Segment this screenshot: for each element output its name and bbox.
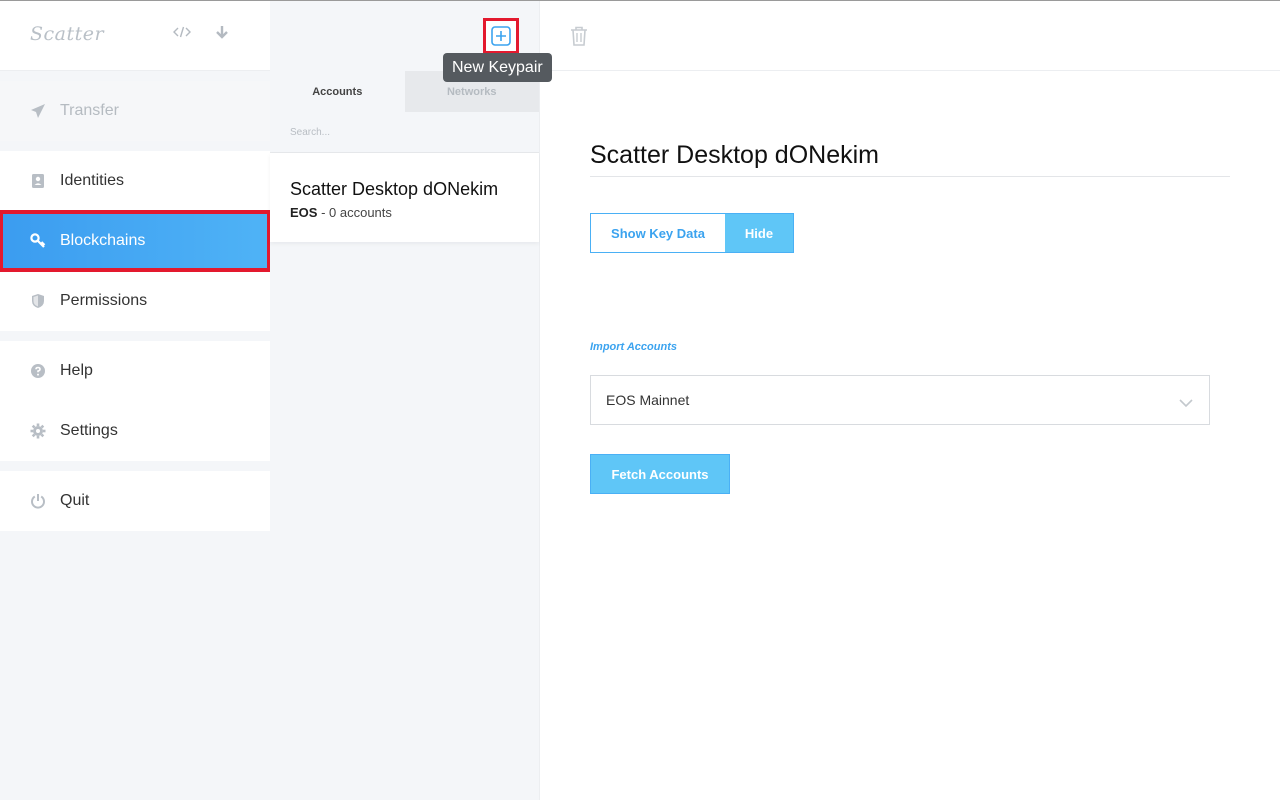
code-icon[interactable] xyxy=(173,25,191,42)
question-circle-icon xyxy=(30,363,46,379)
sidebar-item-blockchains[interactable]: Blockchains xyxy=(0,210,271,272)
fetch-accounts-button[interactable]: Fetch Accounts xyxy=(590,454,730,494)
sidebar-item-identities[interactable]: Identities xyxy=(0,151,270,211)
show-key-data-button[interactable]: Show Key Data xyxy=(591,214,725,252)
logo-bar: Scatter xyxy=(0,1,270,71)
search-bar xyxy=(270,112,539,153)
keypair-detail: Scatter Desktop dONekim Show Key Data Hi… xyxy=(540,1,1280,800)
sidebar-item-help[interactable]: Help xyxy=(0,341,270,401)
sidebar-item-permissions[interactable]: Permissions xyxy=(0,271,270,331)
sidebar-item-label: Blockchains xyxy=(60,232,146,249)
gear-icon xyxy=(30,423,46,439)
search-input[interactable] xyxy=(290,126,510,138)
import-accounts-label: Import Accounts xyxy=(590,341,677,353)
sidebar-group: Help Settings xyxy=(0,341,270,461)
sidebar-item-label: Help xyxy=(60,362,93,379)
detail-toolbar xyxy=(540,1,1280,71)
key-icon xyxy=(30,233,46,249)
sidebar-item-quit[interactable]: Quit xyxy=(0,471,270,531)
tab-accounts[interactable]: Accounts xyxy=(270,71,405,112)
sidebar-item-label: Permissions xyxy=(60,292,148,309)
new-keypair-tooltip: New Keypair xyxy=(443,53,552,82)
keypair-title: Scatter Desktop dONekim xyxy=(590,141,1230,177)
trash-icon[interactable] xyxy=(569,25,589,52)
sidebar-item-label: Transfer xyxy=(60,102,119,119)
download-icon[interactable] xyxy=(215,25,229,44)
keypairs-panel: Accounts Networks Scatter Desktop dONeki… xyxy=(270,1,540,800)
keypair-list-item[interactable]: Scatter Desktop dONekim EOS - 0 accounts xyxy=(270,153,539,242)
hide-button[interactable]: Hide xyxy=(725,214,793,252)
sidebar-item-label: Identities xyxy=(60,172,125,189)
new-keypair-button[interactable] xyxy=(483,18,519,54)
sidebar-item-label: Settings xyxy=(60,422,118,439)
plus-square-icon xyxy=(491,26,511,46)
network-select-value: EOS Mainnet xyxy=(606,392,690,408)
keypair-account-count: - 0 accounts xyxy=(317,205,392,220)
scatter-logo: Scatter xyxy=(30,23,105,45)
keypair-blockchain: EOS xyxy=(290,205,318,220)
power-icon xyxy=(30,493,46,509)
paper-plane-icon xyxy=(30,103,46,119)
id-card-icon xyxy=(30,173,46,189)
sidebar-menu: Transfer Identities Blockchains Permissions… xyxy=(0,81,271,531)
sidebar-group: Identities Blockchains Permissions xyxy=(0,151,271,331)
sidebar: Scatter Transfer Identities Blockchains Per… xyxy=(0,1,271,800)
sidebar-item-label: Quit xyxy=(60,492,90,509)
app-window: Scatter Transfer Identities Blockchains Per… xyxy=(0,0,1280,800)
sidebar-group: Quit xyxy=(0,471,270,531)
chevron-down-icon xyxy=(1179,395,1193,411)
shield-icon xyxy=(30,293,46,309)
sidebar-item-transfer[interactable]: Transfer xyxy=(0,81,270,141)
sidebar-group: Transfer xyxy=(0,81,270,141)
keypair-summary: EOS - 0 accounts xyxy=(290,205,519,220)
keypair-name: Scatter Desktop dONekim xyxy=(290,179,499,199)
key-data-toggle: Show Key Data Hide xyxy=(590,213,794,253)
network-select[interactable]: EOS Mainnet xyxy=(590,375,1210,425)
sidebar-item-settings[interactable]: Settings xyxy=(0,401,270,461)
